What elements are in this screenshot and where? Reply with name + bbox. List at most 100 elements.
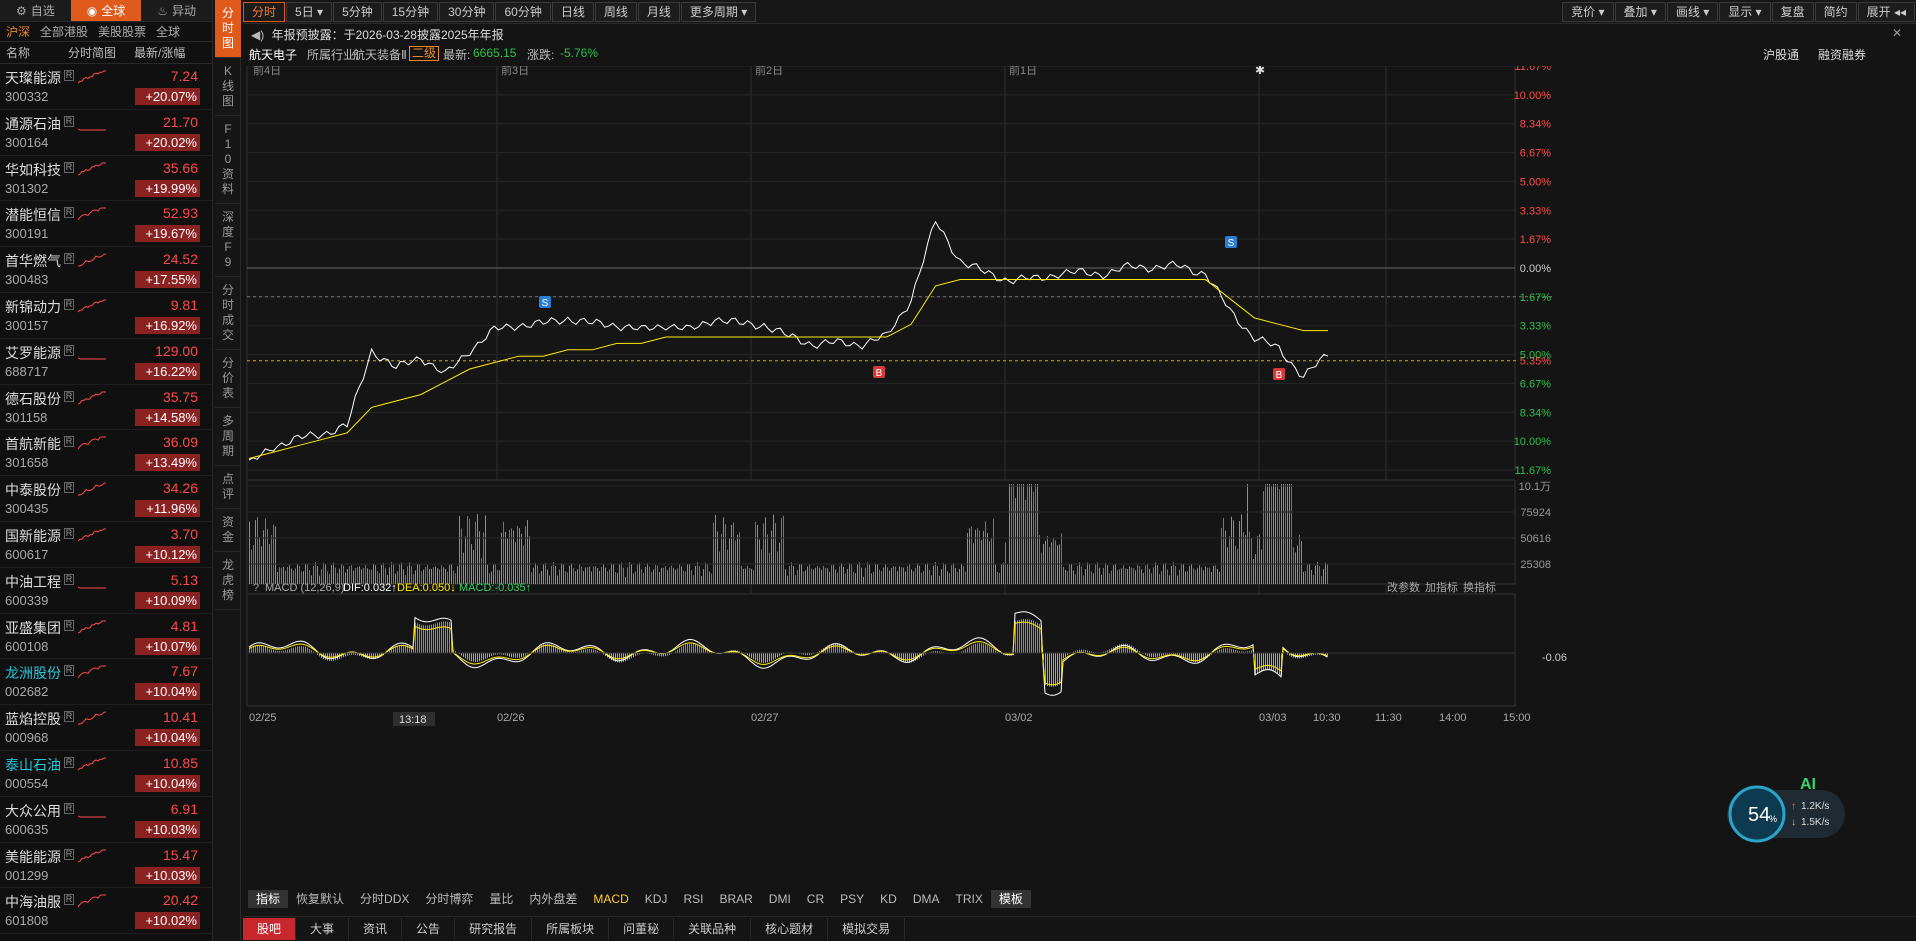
pct-tick: 6.67% xyxy=(1520,378,1551,390)
period-button[interactable]: 分时 xyxy=(243,1,286,22)
header-price[interactable]: 最新/涨幅 xyxy=(134,44,185,61)
stock-row[interactable]: 潜能恒信 R 300191 52.93 +19.67% xyxy=(0,201,212,248)
margin-link[interactable]: 融资融券 xyxy=(1818,46,1866,63)
vtab-4[interactable]: 分时成交 xyxy=(215,277,241,350)
toolbar-right-button[interactable]: 叠加 ▾ xyxy=(1614,1,1666,22)
vtab-6[interactable]: 多周期 xyxy=(215,408,241,466)
bottom-tab[interactable]: 问董秘 xyxy=(609,918,675,940)
stock-row[interactable]: 首航新能 R 301658 36.09 +13.49% xyxy=(0,430,212,477)
ai-widget[interactable]: 54 % AI ↑ 1.2K/s ↓ 1.5K/s xyxy=(1725,778,1850,843)
indicator-tab[interactable]: KD xyxy=(872,890,905,908)
industry-value[interactable]: 航天装备Ⅱ xyxy=(353,46,407,63)
indicator-tab[interactable]: DMA xyxy=(905,890,948,908)
period-button[interactable]: 日线 xyxy=(551,1,594,22)
indicator-tab[interactable]: 模板 xyxy=(990,890,1031,908)
stock-row[interactable]: 蓝焰控股 R 000968 10.41 +10.04% xyxy=(0,705,212,751)
close-icon[interactable]: ✕ xyxy=(1892,26,1902,40)
macd-bar xyxy=(585,649,586,653)
filter-market[interactable]: 沪深 xyxy=(6,23,30,40)
vtab-0[interactable]: 分时图 xyxy=(215,0,241,58)
stock-row[interactable]: 龙洲股份 R 002682 7.67 +10.04% xyxy=(0,659,212,706)
volume-bar xyxy=(257,517,258,584)
volume-bar xyxy=(857,564,858,584)
bottom-tab[interactable]: 股吧 xyxy=(243,918,297,940)
vtab-9[interactable]: 龙虎榜 xyxy=(215,552,241,610)
stock-row[interactable]: 首华燃气 R 300483 24.52 +17.55% xyxy=(0,247,212,293)
stock-row[interactable]: 中海油服 R 601808 20.42 +10.02% xyxy=(0,888,212,935)
volume-bar xyxy=(819,567,820,584)
stock-row[interactable]: 泰山石油 R 000554 10.85 +10.04% xyxy=(0,751,212,797)
indicator-tab[interactable]: PSY xyxy=(832,890,872,908)
stock-row[interactable]: 中泰股份 R 300435 34.26 +11.96% xyxy=(0,476,212,522)
indicator-tab[interactable]: KDJ xyxy=(637,890,676,908)
indicator-tab[interactable]: DMI xyxy=(761,890,799,908)
indicator-tab[interactable]: CR xyxy=(799,890,832,908)
indicator-tab[interactable]: 分时博弈 xyxy=(417,890,481,908)
vtab-5[interactable]: 分价表 xyxy=(215,350,241,408)
indicator-tab[interactable]: 分时DDX xyxy=(352,890,417,908)
vtab-1[interactable]: K线图 xyxy=(215,58,241,116)
vtab-2[interactable]: F10资料 xyxy=(215,116,241,204)
stock-row[interactable]: 国新能源 R 600617 3.70 +10.12% xyxy=(0,522,212,568)
toolbar-right-button[interactable]: 竞价 ▾ xyxy=(1562,1,1614,22)
tab-abnormal[interactable]: ♨ 异动 xyxy=(141,0,212,21)
bottom-tab[interactable]: 资讯 xyxy=(349,918,403,940)
macd-action-button[interactable]: 加指标 xyxy=(1425,580,1458,594)
vtab-3[interactable]: 深度F9 xyxy=(215,204,241,277)
period-button[interactable]: 周线 xyxy=(594,1,637,22)
period-button[interactable]: 15分钟 xyxy=(382,1,439,22)
toolbar-right-button[interactable]: 简约 xyxy=(1814,1,1857,22)
bottom-tab[interactable]: 模拟交易 xyxy=(828,918,906,940)
period-button[interactable]: 5日 ▾ xyxy=(286,1,333,22)
indicator-tab[interactable]: 内外盘差 xyxy=(521,890,585,908)
period-button[interactable]: 30分钟 xyxy=(439,1,495,22)
toolbar-right-button[interactable]: 展开 ◂◂ xyxy=(1857,1,1915,22)
indicator-tab[interactable]: BRAR xyxy=(711,890,760,908)
vtab-8[interactable]: 资金 xyxy=(215,509,241,552)
hgt-link[interactable]: 沪股通 xyxy=(1763,46,1799,63)
bottom-tab[interactable]: 大事 xyxy=(296,918,350,940)
filter-global[interactable]: 全球 xyxy=(156,23,180,40)
macd-action-button[interactable]: 改参数 xyxy=(1387,580,1420,594)
stock-row[interactable]: 美能能源 R 001299 15.47 +10.03% xyxy=(0,843,212,889)
filter-hk[interactable]: 全部港股 xyxy=(40,23,88,40)
volume-bar xyxy=(537,565,538,584)
stock-row[interactable]: 华如科技 R 301302 35.66 +19.99% xyxy=(0,156,212,202)
bottom-tab[interactable]: 关联品种 xyxy=(674,918,752,940)
indicator-tab[interactable]: MACD xyxy=(585,890,636,908)
stock-row[interactable]: 通源石油 R 300164 21.70 +20.02% xyxy=(0,110,212,156)
tab-watchlist[interactable]: ⚙ 自选 xyxy=(0,0,71,21)
toolbar-right-button[interactable]: 复盘 xyxy=(1771,1,1814,22)
indicator-tab[interactable]: RSI xyxy=(675,890,711,908)
period-button[interactable]: 更多周期 ▾ xyxy=(680,1,757,22)
stock-row[interactable]: 大众公用 R 600635 6.91 +10.03% xyxy=(0,797,212,843)
stock-row[interactable]: 天璨能源 R 300332 7.24 +20.07% xyxy=(0,64,212,110)
stock-row[interactable]: 新锦动力 R 300157 9.81 +16.92% xyxy=(0,293,212,339)
period-button[interactable]: 60分钟 xyxy=(495,1,551,22)
toolbar-right-button[interactable]: 显示 ▾ xyxy=(1719,1,1771,22)
macd-action-button[interactable]: 换指标 xyxy=(1463,580,1496,594)
filter-us[interactable]: 美股股票 xyxy=(98,23,146,40)
period-button[interactable]: 5分钟 xyxy=(333,1,382,22)
bottom-tab[interactable]: 核心题材 xyxy=(751,918,829,940)
volume-bar xyxy=(831,565,832,584)
stock-row[interactable]: 艾罗能源 R 688717 129.00 +16.22% xyxy=(0,339,212,385)
stock-row[interactable]: 中油工程 R 600339 5.13 +10.09% xyxy=(0,568,212,614)
bottom-tab[interactable]: 所属板块 xyxy=(532,918,610,940)
indicator-tab[interactable]: 指标 xyxy=(248,890,289,908)
bottom-tab[interactable]: 研究报告 xyxy=(455,918,533,940)
indicator-tab[interactable]: 恢复默认 xyxy=(288,890,352,908)
stock-row[interactable]: 德石股份 R 301158 35.75 +14.58% xyxy=(0,385,212,431)
bottom-tab[interactable]: 公告 xyxy=(402,918,456,940)
volume-bar xyxy=(463,552,464,584)
intraday-chart[interactable]: 25.635.35% 30.2429.7929.3428.8928.4327.9… xyxy=(243,66,1916,888)
header-name[interactable]: 名称 xyxy=(6,44,68,61)
indicator-tab[interactable]: TRIX xyxy=(948,890,991,908)
announcement-text[interactable]: 年报预披露：于2026-03-28披露2025年年报 xyxy=(272,28,504,42)
vtab-7[interactable]: 点评 xyxy=(215,466,241,509)
period-button[interactable]: 月线 xyxy=(637,1,680,22)
stock-row[interactable]: 亚盛集团 R 600108 4.81 +10.07% xyxy=(0,614,212,660)
toolbar-right-button[interactable]: 画线 ▾ xyxy=(1666,1,1719,22)
tab-global[interactable]: ◉ 全球 xyxy=(70,0,142,21)
indicator-tab[interactable]: 量比 xyxy=(481,890,521,908)
